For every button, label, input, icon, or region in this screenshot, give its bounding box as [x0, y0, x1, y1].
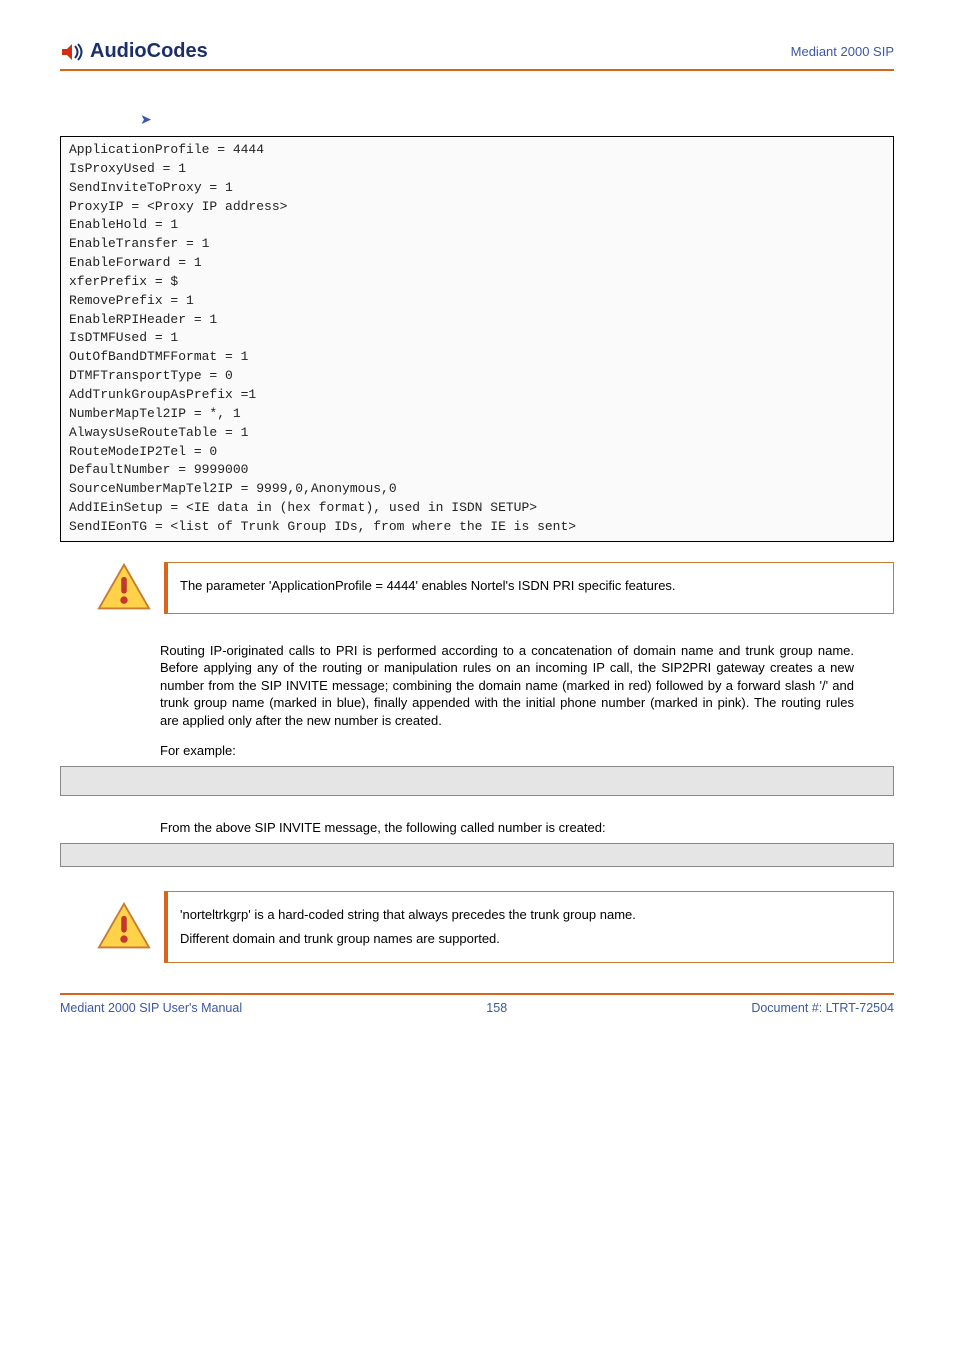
speaker-icon: [60, 41, 86, 63]
note2-line1: 'norteltrkgrp' is a hard-coded string th…: [180, 906, 881, 924]
note-text: The parameter 'ApplicationProfile = 4444…: [164, 562, 894, 614]
ini-parameters-code-block: ApplicationProfile = 4444 IsProxyUsed = …: [60, 136, 894, 542]
note-text: 'norteltrkgrp' is a hard-coded string th…: [164, 891, 894, 962]
footer-page-number: 158: [486, 1001, 507, 1015]
header-product: Mediant 2000 SIP: [791, 44, 894, 59]
page-header: AudioCodes Mediant 2000 SIP: [60, 40, 894, 71]
called-number-example-box: [60, 843, 894, 867]
note-application-profile: The parameter 'ApplicationProfile = 4444…: [96, 562, 894, 614]
pre-code-arrow: ➤: [140, 111, 894, 128]
footer-left: Mediant 2000 SIP User's Manual: [60, 1001, 242, 1015]
warning-icon: [96, 562, 152, 614]
right-chevron-icon: ➤: [140, 111, 152, 127]
note-norteltrkgrp: 'norteltrkgrp' is a hard-coded string th…: [96, 891, 894, 962]
example-label: For example:: [160, 743, 854, 758]
brand-text: AudioCodes: [90, 40, 208, 63]
page-footer: Mediant 2000 SIP User's Manual 158 Docum…: [60, 993, 894, 1015]
followup-text: From the above SIP INVITE message, the f…: [160, 820, 854, 835]
footer-right: Document #: LTRT-72504: [751, 1001, 894, 1015]
warning-icon: [96, 901, 152, 953]
routing-paragraph: Routing IP-originated calls to PRI is pe…: [160, 642, 854, 730]
brand-logo: AudioCodes: [60, 40, 208, 63]
note2-line2: Different domain and trunk group names a…: [180, 930, 881, 948]
sip-invite-example-box: [60, 766, 894, 796]
